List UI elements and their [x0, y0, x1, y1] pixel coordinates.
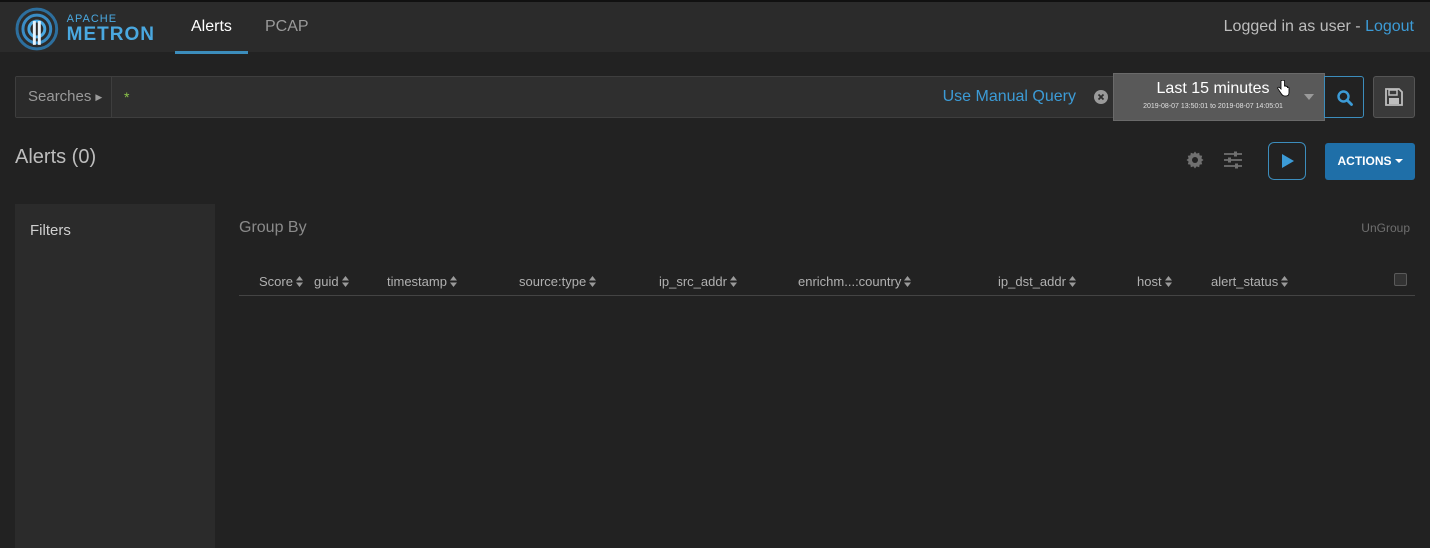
actions-dropdown-button[interactable]: ACTIONS	[1325, 143, 1415, 180]
column-label: alert_status	[1211, 274, 1279, 289]
chevron-down-icon	[1304, 94, 1314, 100]
saved-searches-button[interactable]: Searches ▶	[16, 77, 112, 117]
auto-refresh-play-button[interactable]	[1268, 142, 1306, 180]
hand-cursor-icon	[1277, 80, 1290, 97]
tab-pcap[interactable]: PCAP	[249, 2, 325, 54]
manual-query-link[interactable]: Use Manual Query	[943, 77, 1076, 117]
column-label: enrichm...:country	[798, 274, 902, 289]
column-header-score[interactable]: Score	[259, 274, 303, 289]
sliders-icon[interactable]	[1223, 151, 1243, 169]
login-status: Logged in as user - Logout	[1224, 2, 1414, 54]
sort-icon	[295, 276, 303, 287]
search-icon	[1337, 90, 1353, 106]
sort-icon	[449, 276, 457, 287]
filters-title: Filters	[30, 222, 71, 239]
sort-icon	[589, 276, 597, 287]
ungroup-button[interactable]: UnGroup	[1361, 221, 1410, 235]
sort-icon	[1281, 276, 1289, 287]
time-range-dates: 2019-08-07 13:50:01 to 2019-08-07 14:05:…	[1143, 103, 1283, 110]
caret-right-icon: ▶	[95, 92, 103, 102]
tab-alerts[interactable]: Alerts	[175, 2, 248, 54]
gear-icon[interactable]	[1186, 151, 1204, 169]
app-root: APACHE METRON Alerts PCAP Logged in as u…	[0, 0, 1430, 548]
brand-logo[interactable]: APACHE METRON	[15, 7, 155, 51]
save-search-button[interactable]	[1373, 76, 1415, 118]
search-button[interactable]	[1324, 76, 1364, 118]
sort-icon	[1068, 276, 1076, 287]
column-label: source:type	[519, 274, 587, 289]
search-query-input[interactable]: *	[124, 77, 129, 117]
column-label: host	[1137, 274, 1162, 289]
column-header-enrichment-country[interactable]: enrichm...:country	[798, 274, 912, 289]
caret-down-icon	[1394, 159, 1403, 163]
column-header-ip-dst-addr[interactable]: ip_dst_addr	[998, 274, 1076, 289]
actions-label: ACTIONS	[1337, 154, 1392, 168]
column-label: guid	[314, 274, 339, 289]
brand-line-2: METRON	[66, 24, 155, 45]
clear-circle-icon[interactable]	[1094, 90, 1108, 104]
column-label: ip_src_addr	[659, 274, 727, 289]
brand-text: APACHE METRON	[66, 14, 155, 45]
select-all-checkbox[interactable]	[1394, 273, 1407, 286]
play-icon	[1282, 154, 1294, 168]
page-title: Alerts (0)	[15, 146, 97, 168]
sort-icon	[904, 276, 912, 287]
column-header-host[interactable]: host	[1137, 274, 1172, 289]
metron-logo-icon	[15, 7, 59, 51]
logout-link[interactable]: Logout	[1365, 18, 1414, 35]
save-floppy-icon	[1385, 88, 1403, 106]
column-header-timestamp[interactable]: timestamp	[387, 274, 457, 289]
sort-icon	[729, 276, 737, 287]
column-header-guid[interactable]: guid	[314, 274, 349, 289]
column-header-alert-status[interactable]: alert_status	[1211, 274, 1289, 289]
column-label: timestamp	[387, 274, 447, 289]
column-header-ip-src-addr[interactable]: ip_src_addr	[659, 274, 737, 289]
group-by-label[interactable]: Group By	[239, 219, 307, 237]
sort-icon	[1164, 276, 1172, 287]
search-bar: Searches ▶ * Use Manual Query	[15, 76, 1115, 118]
filters-panel: Filters	[15, 204, 215, 548]
sort-icon	[341, 276, 349, 287]
time-range-picker[interactable]: Last 15 minutes 2019-08-07 13:50:01 to 2…	[1113, 73, 1325, 121]
column-label: ip_dst_addr	[998, 274, 1066, 289]
alerts-table-header: Score guid timestamp source:type ip_src_…	[239, 268, 1415, 296]
top-navbar: APACHE METRON Alerts PCAP Logged in as u…	[0, 0, 1430, 54]
saved-searches-label: Searches	[28, 88, 92, 105]
column-header-source-type[interactable]: source:type	[519, 274, 597, 289]
column-label: Score	[259, 274, 293, 289]
login-status-text: Logged in as user -	[1223, 18, 1366, 35]
